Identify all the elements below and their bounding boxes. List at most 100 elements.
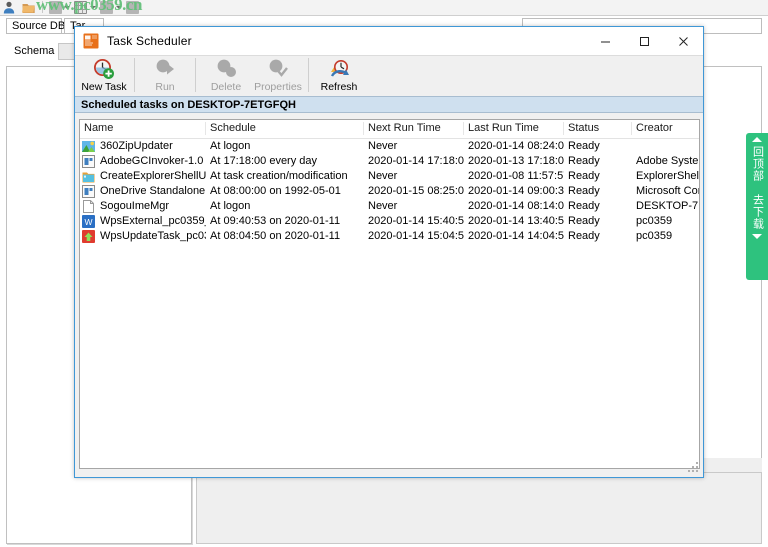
refresh-button[interactable]: Refresh	[313, 56, 365, 96]
table-row[interactable]: CreateExplorerShellUn... At task creation…	[80, 169, 699, 184]
cell-status: Ready	[568, 230, 600, 242]
cell-next-run: Never	[368, 200, 398, 212]
minimize-button[interactable]	[586, 27, 625, 55]
cell-schedule: At 08:00:00 on 1992-05-01	[210, 185, 341, 197]
tasks-column-header: Name Schedule Next Run Time Last Run Tim…	[80, 120, 699, 139]
wps-update-icon	[82, 230, 95, 243]
tasks-list[interactable]: Name Schedule Next Run Time Last Run Tim…	[79, 119, 700, 469]
column-header-next-run[interactable]: Next Run Time	[364, 120, 464, 138]
delete-button[interactable]: Delete	[200, 56, 252, 96]
refresh-label: Refresh	[320, 81, 358, 93]
toolbar-separator	[134, 58, 135, 92]
cell-creator: pc0359	[636, 215, 673, 227]
float-scroll-widget[interactable]: 回顶部 去下载	[746, 133, 768, 280]
cell-schedule: At 17:18:00 every day	[210, 155, 318, 167]
cell-name: WpsUpdateTask_pc0359	[80, 229, 206, 244]
properties-icon	[267, 58, 289, 80]
cell-last-run: 2020-01-13 17:18:00	[468, 155, 564, 167]
window-title: Task Scheduler	[107, 34, 192, 48]
title-bar[interactable]: Task Scheduler	[75, 27, 703, 55]
cell-last-run: 2020-01-08 11:57:57	[468, 170, 564, 182]
run-icon	[154, 58, 176, 80]
table-row[interactable]: SogouImeMgr At logon Never 2020-01-14 08:14…	[80, 199, 699, 214]
cell-last-run: 2020-01-14 09:00:39	[468, 185, 564, 197]
toolbar-separator	[195, 58, 196, 92]
background-toolbar: www.pc0359.cn	[0, 0, 768, 16]
go-download-label[interactable]: 去下载	[751, 194, 764, 230]
column-header-creator-label: Creator	[636, 122, 673, 134]
cell-creator: pc0359	[636, 230, 673, 242]
toolbar-separator	[308, 58, 309, 92]
task-scheduler-window[interactable]: Task Scheduler New Task Run Delete Prope…	[74, 26, 704, 478]
site-watermark: www.pc0359.cn	[36, 0, 142, 14]
table-row[interactable]: 360ZipUpdater At logon Never 2020-01-14 08:…	[80, 139, 699, 154]
cell-name: SogouImeMgr	[80, 199, 206, 214]
cell-status: Ready	[568, 140, 600, 152]
delete-icon	[215, 58, 237, 80]
table-row[interactable]: WpsExternal_pc0359_...W At 09:40:53 on 20…	[80, 214, 699, 229]
column-header-name[interactable]: Name	[80, 120, 206, 138]
cell-schedule: At 09:40:53 on 2020-01-11	[210, 215, 341, 227]
cell-status: Ready	[568, 200, 600, 212]
table-row[interactable]: AdobeGCInvoker-1.0 At 17:18:00 every day 2…	[80, 154, 699, 169]
resize-grip-icon[interactable]	[688, 462, 700, 474]
cell-creator	[632, 139, 699, 154]
folder-add-icon[interactable]	[22, 1, 35, 14]
cell-status: Ready	[568, 185, 600, 197]
run-label: Run	[155, 81, 175, 93]
background-bottom-panel	[196, 472, 762, 544]
tasks-rows: 360ZipUpdater At logon Never 2020-01-14 08:…	[80, 139, 699, 244]
arrow-down-icon[interactable]	[752, 234, 762, 239]
column-header-schedule[interactable]: Schedule	[206, 120, 364, 138]
app-360-icon	[82, 140, 95, 153]
cell-name: CreateExplorerShellUn...	[80, 169, 206, 184]
properties-label: Properties	[254, 81, 302, 93]
tab-source-db[interactable]: Source DB	[6, 18, 66, 34]
cell-schedule: At 08:04:50 on 2020-01-11	[210, 230, 341, 242]
generic-exe-icon	[82, 155, 95, 168]
cell-schedule: At task creation/modification	[210, 170, 348, 182]
cell-name: OneDrive Standalone ...	[80, 184, 206, 199]
column-header-status[interactable]: Status	[564, 120, 632, 138]
tab-source-db-label: Source DB	[12, 20, 66, 32]
close-button[interactable]	[664, 27, 703, 55]
dialog-toolbar: New Task Run Delete Properties Refresh	[75, 55, 703, 96]
cell-schedule: At logon	[210, 140, 251, 152]
maximize-button[interactable]	[625, 27, 664, 55]
cell-status: Ready	[568, 155, 600, 167]
scheduled-tasks-header: Scheduled tasks on DESKTOP-7ETGFQH	[75, 96, 703, 113]
column-header-last-run[interactable]: Last Run Time	[464, 120, 564, 138]
column-header-creator[interactable]: Creator	[632, 120, 699, 138]
column-header-next-run-label: Next Run Time	[368, 122, 441, 134]
user-icon[interactable]	[3, 1, 15, 14]
cell-status: Ready	[568, 215, 600, 227]
cell-creator: Microsoft Cor...	[636, 185, 699, 197]
cell-status: Ready	[568, 170, 600, 182]
cell-next-run: 2020-01-14 15:40:53	[368, 215, 464, 227]
run-button[interactable]: Run	[139, 56, 191, 96]
cell-last-run: 2020-01-14 08:14:02	[468, 200, 564, 212]
window-controls	[586, 27, 703, 55]
column-header-status-label: Status	[568, 122, 600, 134]
cell-name: AdobeGCInvoker-1.0	[80, 154, 206, 169]
cell-last-run: 2020-01-14 13:40:53	[468, 215, 564, 227]
wps-writer-icon: W	[82, 215, 95, 228]
column-header-schedule-label: Schedule	[210, 122, 256, 134]
schema-label: Schema	[14, 45, 55, 57]
svg-text:W: W	[84, 217, 92, 227]
cell-creator: Adobe Syste...	[636, 155, 699, 167]
cell-creator: DESKTOP-7E...	[636, 200, 699, 212]
new-task-icon	[93, 58, 115, 80]
properties-button[interactable]: Properties	[252, 56, 304, 96]
arrow-up-icon[interactable]	[752, 137, 762, 142]
cell-next-run: 2020-01-15 08:25:00	[368, 185, 464, 197]
table-row[interactable]: WpsUpdateTask_pc0359 At 08:04:50 on 2020-…	[80, 229, 699, 244]
back-to-top-label[interactable]: 回顶部	[751, 146, 764, 182]
cell-next-run: Never	[368, 140, 398, 152]
cell-name: WpsExternal_pc0359_...W	[80, 214, 206, 229]
cell-schedule: At logon	[210, 200, 251, 212]
new-task-button[interactable]: New Task	[78, 56, 130, 96]
cell-next-run: 2020-01-14 17:18:00	[368, 155, 464, 167]
cell-name: 360ZipUpdater	[80, 139, 206, 154]
table-row[interactable]: OneDrive Standalone ... At 08:00:00 on 19…	[80, 184, 699, 199]
